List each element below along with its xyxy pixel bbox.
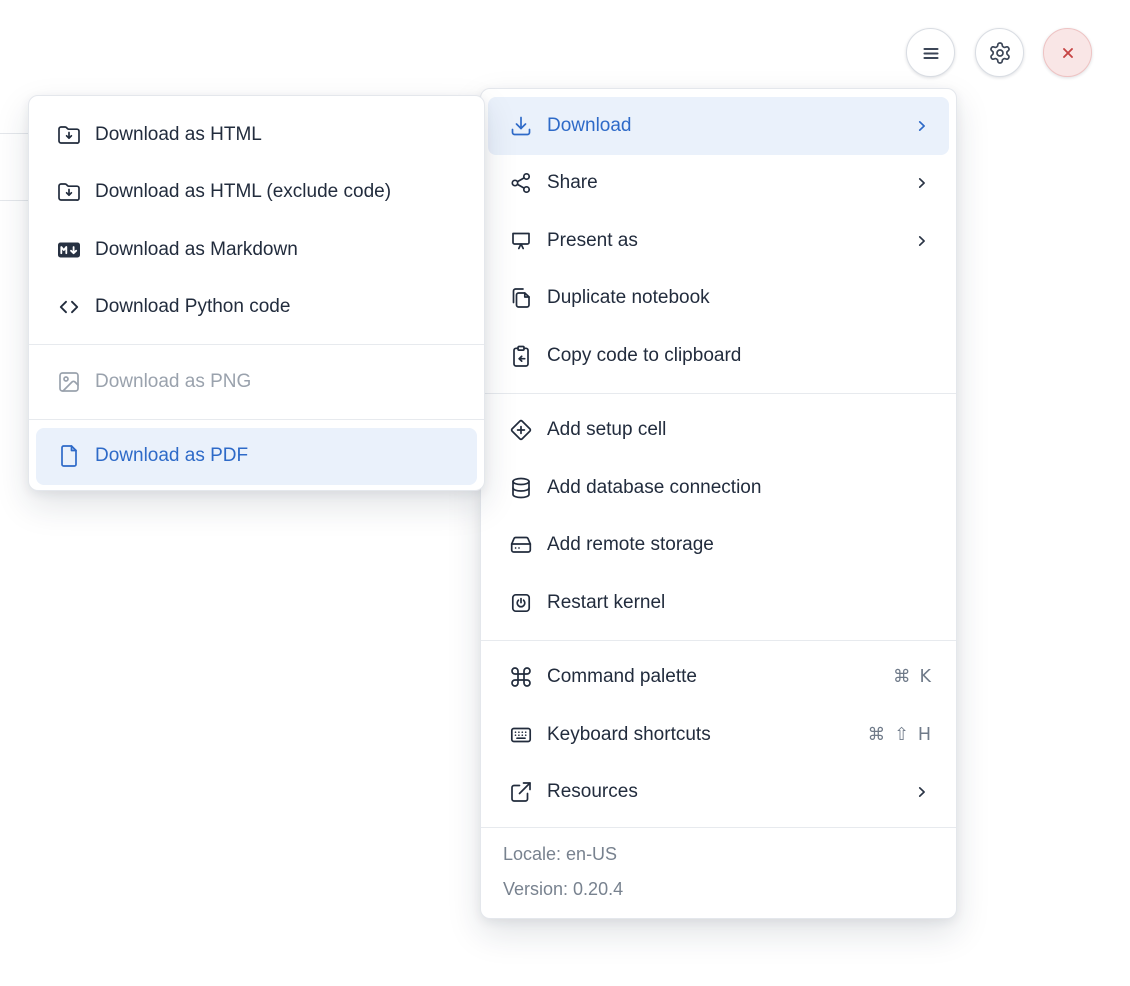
menu-item-copy-code-to-clipboard[interactable]: Copy code to clipboard (488, 327, 949, 385)
database-icon (509, 476, 533, 500)
folder-download-icon (57, 180, 81, 204)
shortcut-key: H (917, 724, 931, 745)
download-submenu: Download as HTML Download as HTML (exclu… (28, 95, 485, 491)
menu-item-duplicate-notebook[interactable]: Duplicate notebook (488, 270, 949, 328)
background-divider-line (0, 200, 29, 201)
background-divider-line (0, 133, 29, 134)
clipboard-copy-icon (509, 344, 533, 368)
submenu-item-label: Download Python code (95, 296, 291, 318)
share-icon (509, 171, 533, 195)
chevron-right-icon (913, 783, 931, 801)
menu-item-label: Duplicate notebook (547, 287, 710, 309)
locale-text: Locale: en-US (503, 844, 618, 864)
chevron-right-icon (913, 232, 931, 250)
submenu-item-download-as-pdf[interactable]: Download as PDF (36, 427, 477, 485)
version-text: Version: 0.20.4 (503, 879, 624, 899)
shutdown-button[interactable] (1043, 28, 1092, 77)
menu-item-label: Add database connection (547, 476, 762, 498)
chevron-right-icon (913, 117, 931, 135)
hard-drive-icon (509, 533, 533, 557)
markdown-icon (57, 238, 81, 262)
shortcut-key: ⇧ (894, 724, 909, 745)
submenu-item-label: Download as HTML (95, 123, 262, 145)
menu-item-add-database-connection[interactable]: Add database connection (488, 459, 949, 517)
shortcut-keys: ⌘ K (893, 667, 931, 687)
shortcut-key: ⌘ (867, 724, 886, 745)
image-icon (57, 370, 81, 394)
command-icon (509, 665, 533, 689)
menu-item-share[interactable]: Share (488, 155, 949, 213)
menu-separator (481, 639, 956, 641)
menu-item-label: Share (547, 172, 598, 194)
menu-item-label: Copy code to clipboard (547, 344, 742, 366)
menu-item-restart-kernel[interactable]: Restart kernel (488, 574, 949, 632)
shortcut-key: ⌘ (893, 667, 911, 688)
settings-button[interactable] (975, 28, 1024, 77)
shortcut-keys: ⌘ ⇧ H (868, 725, 931, 745)
close-icon (1056, 41, 1080, 65)
diamond-plus-icon (509, 418, 533, 442)
hamburger-icon (919, 41, 943, 65)
shortcut-key: K (919, 667, 931, 688)
notebook-menu-toggle-button[interactable] (906, 28, 955, 77)
submenu-item-download-as-png[interactable]: Download as PNG (36, 353, 477, 411)
presentation-icon (509, 229, 533, 253)
download-icon (509, 114, 533, 138)
menu-item-label: Present as (547, 229, 638, 251)
power-icon (509, 591, 533, 615)
submenu-item-download-python-code[interactable]: Download Python code (36, 279, 477, 337)
menu-item-present-as[interactable]: Present as (488, 212, 949, 270)
submenu-item-download-as-html-exclude-code[interactable]: Download as HTML (exclude code) (36, 164, 477, 222)
menu-item-label: Add remote storage (547, 534, 714, 556)
menu-item-label: Keyboard shortcuts (547, 723, 711, 745)
chevron-right-icon (913, 174, 931, 192)
duplicate-icon (509, 286, 533, 310)
menu-item-label: Resources (547, 781, 638, 803)
menu-separator (481, 392, 956, 394)
submenu-item-download-as-markdown[interactable]: Download as Markdown (36, 221, 477, 279)
menu-item-label: Download (547, 114, 632, 136)
external-link-icon (509, 780, 533, 804)
folder-download-icon (57, 123, 81, 147)
submenu-item-label: Download as PDF (95, 445, 249, 467)
menu-separator (29, 418, 484, 420)
file-icon (57, 444, 81, 468)
menu-item-command-palette[interactable]: Command palette ⌘ K (488, 649, 949, 707)
submenu-item-label: Download as HTML (exclude code) (95, 181, 392, 203)
gear-icon (988, 41, 1012, 65)
submenu-item-download-as-html[interactable]: Download as HTML (36, 106, 477, 164)
menu-item-label: Restart kernel (547, 591, 666, 613)
submenu-item-label: Download as PNG (95, 370, 252, 392)
code-icon (57, 295, 81, 319)
menu-separator (29, 344, 484, 345)
menu-item-resources[interactable]: Resources (488, 764, 949, 822)
submenu-item-label: Download as Markdown (95, 238, 298, 260)
menu-item-add-remote-storage[interactable]: Add remote storage (488, 517, 949, 575)
menu-item-add-setup-cell[interactable]: Add setup cell (488, 402, 949, 460)
keyboard-icon (509, 723, 533, 747)
menu-footer: Locale: en-US Version: 0.20.4 (481, 827, 956, 918)
notebook-menu: Download Share Present as Duplicate note… (480, 88, 957, 919)
menu-item-label: Add setup cell (547, 419, 667, 441)
menu-item-keyboard-shortcuts[interactable]: Keyboard shortcuts ⌘ ⇧ H (488, 706, 949, 764)
menu-item-label: Command palette (547, 666, 697, 688)
menu-item-download[interactable]: Download (488, 97, 949, 155)
